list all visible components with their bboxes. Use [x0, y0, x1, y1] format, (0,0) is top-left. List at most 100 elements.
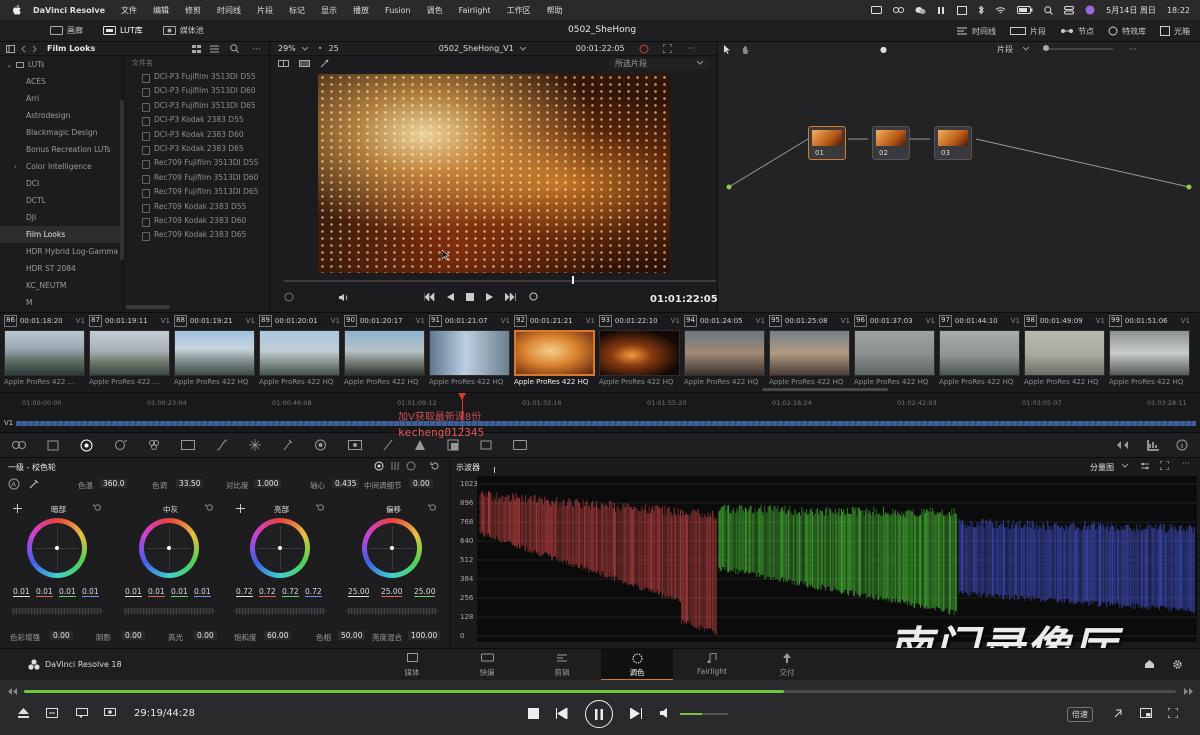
wheel-value[interactable]: 0.01 [148, 587, 165, 597]
speed-button[interactable]: 倍速 [1067, 707, 1093, 722]
color-wheel[interactable] [362, 518, 422, 578]
wheel-reset-icon[interactable] [93, 503, 102, 512]
lut-folder-item[interactable]: HDR Hybrid Log-Gamma [0, 243, 123, 260]
lut-folder-item[interactable]: Film Looks [0, 226, 123, 243]
lut-file-item[interactable]: DCI-P3 Fujifilm 3513DI D65 [126, 99, 270, 113]
camera-raw-icon[interactable] [12, 440, 26, 450]
clip-thumbnail[interactable]: 87 00:01:19:11 V1 Apple ProRes 422 ... [89, 315, 172, 391]
menu-item[interactable]: 帮助 [547, 5, 563, 16]
apple-icon[interactable] [12, 5, 21, 15]
scope-settings-icon[interactable] [1140, 461, 1150, 471]
player-clip-icon[interactable] [1113, 708, 1123, 719]
highlight-icon[interactable] [320, 59, 329, 68]
clip-thumbnail[interactable]: 86 00:01:18:20 V1 Apple ProRes 422 ... [4, 315, 87, 391]
list-h-scrollbar[interactable] [126, 305, 170, 309]
chevron-icon[interactable]: ⌄ [6, 56, 12, 73]
stills-icon[interactable] [1117, 440, 1131, 450]
lut-folder-item[interactable]: HDR ST 2084 [0, 260, 123, 277]
bars-mode-icon[interactable] [390, 461, 400, 471]
menu-item[interactable]: 修剪 [185, 5, 201, 16]
wheel-value[interactable]: 0.72 [282, 587, 299, 597]
screen-record-icon[interactable] [871, 6, 883, 14]
split-view-icon[interactable] [278, 59, 289, 67]
lut-folder-item[interactable]: Blackmagic Design [0, 124, 123, 141]
lut-folder-item[interactable]: ⌄ LUTs [0, 56, 123, 73]
wheel-value[interactable]: 0.01 [59, 587, 76, 597]
wheel-value[interactable]: 25.00 [414, 587, 436, 597]
wheel-puck[interactable] [390, 546, 394, 550]
lut-folder-item[interactable]: DCTL [0, 192, 123, 209]
effects-button[interactable]: 特效库 [1108, 26, 1146, 37]
list-view-icon[interactable] [210, 45, 219, 53]
forward-icon[interactable] [32, 45, 37, 53]
clip-thumbnail[interactable]: 97 00:01:44:10 V1 Apple ProRes 422 HQ [939, 315, 1022, 391]
wheel-reset-icon[interactable] [205, 503, 214, 512]
param-value[interactable]: 0.00 [194, 631, 217, 640]
node-editor[interactable]: ● 片段 ··· 01 02 03 [718, 42, 1200, 312]
lut-folder-item[interactable]: DJI [0, 209, 123, 226]
param-value[interactable]: 360.0 [100, 479, 128, 488]
playhead-marker-icon[interactable] [458, 393, 466, 400]
scope-expand-icon[interactable] [1160, 461, 1169, 470]
loop-icon[interactable] [528, 292, 539, 301]
grid-view-icon[interactable] [192, 45, 201, 53]
node-03[interactable]: 03 [934, 126, 972, 160]
picker-icon[interactable] [28, 478, 40, 490]
scrubber-playhead[interactable] [572, 276, 574, 284]
player-eject-icon[interactable] [18, 708, 29, 718]
window-icon[interactable] [314, 439, 327, 451]
chevron-icon[interactable]: › [14, 158, 17, 175]
scope-mode-dropdown-icon[interactable] [1122, 464, 1128, 468]
timeline-track[interactable] [16, 421, 1196, 426]
lut-file-item[interactable]: Rec709 Kodak 2383 D65 [126, 228, 270, 242]
lut-file-item[interactable]: DCI-P3 Kodak 2383 D65 [126, 142, 270, 156]
auto-balance-icon[interactable]: A [8, 478, 20, 490]
mini-timeline[interactable]: 01:00:00:00 01:00:23:04 01:00:46:08 01:01:0… [0, 392, 1200, 433]
wheel-puck[interactable] [55, 546, 59, 550]
player-prev-icon[interactable] [556, 708, 568, 719]
lut-folder-item[interactable]: KC_NEUTM [0, 277, 123, 294]
bluetooth-icon[interactable] [978, 5, 984, 15]
scope-slider[interactable] [494, 467, 495, 473]
app-name[interactable]: DaVinci Resolve [33, 6, 105, 15]
node-02[interactable]: 02 [872, 126, 910, 160]
wheel-value[interactable]: 0.01 [194, 587, 211, 597]
tree-scrollbar[interactable] [120, 100, 124, 260]
clip-filter-select[interactable]: 所选片段 [609, 57, 709, 69]
tracker-icon[interactable] [348, 440, 362, 450]
wheel-value[interactable]: 0.72 [305, 587, 322, 597]
timeline-button[interactable]: 时间线 [956, 26, 996, 37]
color-wheel[interactable] [250, 518, 310, 578]
menu-item[interactable]: Fusion [385, 6, 411, 15]
timeline-name[interactable]: 0502_SheHong_V1 [439, 44, 514, 53]
wheel-value[interactable]: 0.01 [171, 587, 188, 597]
nodes-button[interactable]: 节点 [1060, 26, 1094, 37]
player-pip-icon[interactable] [1140, 708, 1152, 718]
lut-search-icon[interactable] [230, 44, 239, 53]
wheel-puck[interactable] [278, 546, 282, 550]
wheel-value[interactable]: 0.01 [82, 587, 99, 597]
menu-item[interactable]: 调色 [427, 5, 443, 16]
lut-file-item[interactable]: Rec709 Fujifilm 3513DI D65 [126, 185, 270, 199]
lut-file-item[interactable]: DCI-P3 Kodak 2383 D60 [126, 128, 270, 142]
lut-folder-item[interactable]: Astrodesign [0, 107, 123, 124]
menu-item[interactable]: 片段 [257, 5, 273, 16]
lut-folder-item[interactable]: M [0, 294, 123, 311]
player-fullscreen-icon[interactable] [1168, 708, 1178, 718]
search-icon[interactable] [1044, 5, 1053, 15]
node-01[interactable]: 01 [808, 126, 846, 160]
bypass-icon[interactable] [639, 44, 649, 54]
wheel-puck[interactable] [167, 546, 171, 550]
key-icon[interactable] [447, 439, 459, 451]
page-deliver[interactable]: 交付 [751, 649, 823, 681]
wechat-icon[interactable] [915, 6, 926, 15]
wheels-reset-icon[interactable] [430, 461, 440, 471]
lut-file-item[interactable]: Rec709 Fujifilm 3513DI D60 [126, 171, 270, 185]
wheel-value[interactable]: 0.01 [36, 587, 53, 597]
menu-item[interactable]: 时间线 [217, 5, 241, 16]
param-value[interactable]: 0.00 [50, 631, 73, 640]
blur-icon[interactable] [414, 439, 426, 451]
player-volume-icon[interactable] [660, 708, 671, 718]
page-fairlight[interactable]: Fairlight [676, 649, 748, 681]
play-reverse-icon[interactable] [447, 292, 454, 301]
